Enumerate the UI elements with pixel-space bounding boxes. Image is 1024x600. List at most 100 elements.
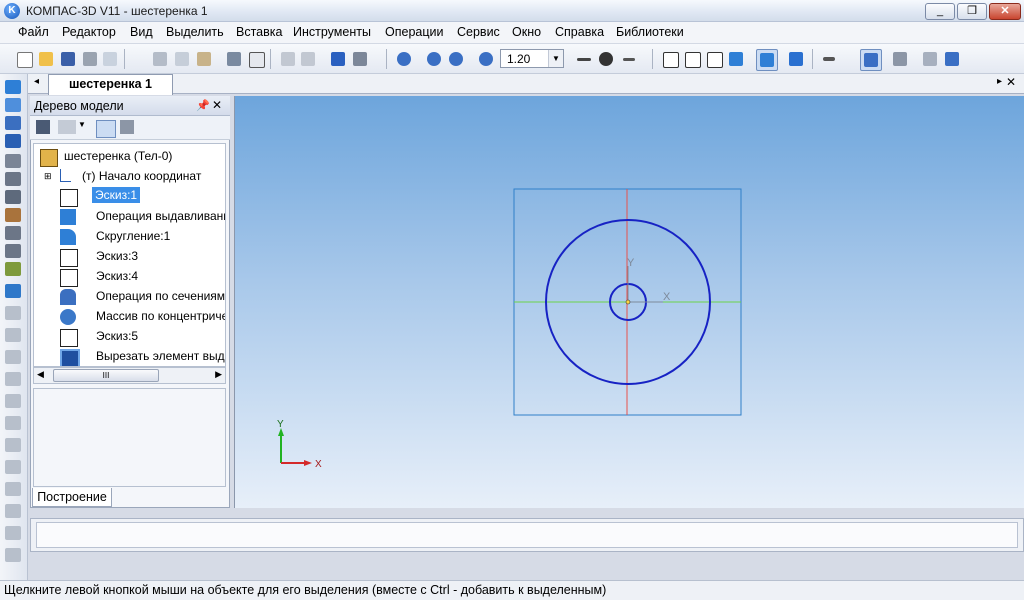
aux-geometry-icon[interactable]: [5, 154, 21, 168]
paste-icon[interactable]: [194, 49, 214, 69]
shaded-icon[interactable]: [726, 49, 746, 69]
surfaces-icon[interactable]: [5, 116, 21, 130]
shell-tool-icon[interactable]: [5, 416, 21, 430]
local-x-label: X: [663, 291, 671, 303]
menu-help[interactable]: Справка: [555, 25, 604, 39]
tree-structure-icon[interactable]: [36, 120, 50, 134]
tab-construction[interactable]: Построение: [32, 488, 112, 507]
print-icon[interactable]: [80, 49, 100, 69]
spatial-curves-icon[interactable]: [5, 98, 21, 112]
pan-icon[interactable]: [574, 49, 594, 69]
origin-point: [625, 299, 631, 305]
scroll-right-icon[interactable]: ▶: [215, 369, 222, 380]
zoom-scale-icon[interactable]: [476, 49, 496, 69]
undo-icon[interactable]: [278, 49, 298, 69]
expand-icon[interactable]: ⊞: [44, 171, 52, 182]
hole-tool-icon[interactable]: [5, 438, 21, 452]
menu-operations[interactable]: Операции: [385, 25, 443, 39]
menu-editor[interactable]: Редактор: [62, 25, 116, 39]
chamfer-tool-icon[interactable]: [5, 394, 21, 408]
tab-document[interactable]: шестеренка 1: [48, 74, 173, 95]
sheet-metal-icon[interactable]: [5, 208, 21, 222]
arrays-icon[interactable]: [5, 134, 21, 148]
manager-icon[interactable]: [328, 49, 348, 69]
maximize-button[interactable]: ❐: [957, 3, 987, 20]
orientation-icon[interactable]: [620, 49, 640, 69]
measure-icon[interactable]: [5, 172, 21, 186]
new-document-icon[interactable]: [14, 49, 34, 69]
chevron-down-icon[interactable]: ▼: [548, 50, 563, 67]
window-title: КОМПАС-3D V11 - шестеренка 1: [26, 4, 208, 18]
menu-tools[interactable]: Инструменты: [293, 25, 371, 39]
menu-libraries[interactable]: Библиотеки: [616, 25, 684, 39]
filters-icon[interactable]: [5, 190, 21, 204]
preview-icon[interactable]: [100, 49, 120, 69]
pattern-icon: [60, 309, 76, 325]
properties-brush-icon[interactable]: [224, 49, 244, 69]
tree-view-icon[interactable]: [58, 120, 76, 134]
kompas-app-icon[interactable]: K: [4, 3, 20, 19]
local-y-label: Y: [627, 257, 635, 269]
spec-list-icon[interactable]: [246, 49, 266, 69]
rib-tool-icon[interactable]: [5, 460, 21, 474]
panel-title: Дерево модели: [34, 99, 124, 113]
sketch-icon: [60, 189, 78, 207]
library-icon[interactable]: [890, 49, 910, 69]
refresh-icon[interactable]: [942, 49, 962, 69]
zoom-in-icon[interactable]: [424, 49, 444, 69]
scroll-left-icon[interactable]: ◀: [37, 369, 44, 380]
snap-icon[interactable]: [860, 49, 882, 71]
rotate-tool-icon[interactable]: [5, 306, 21, 320]
close-button[interactable]: ✕: [989, 3, 1021, 20]
menu-file[interactable]: Файл: [18, 25, 49, 39]
viewport-canvas[interactable]: Y X Y X: [235, 96, 1024, 508]
command-input-area[interactable]: [36, 522, 1018, 548]
tree-order-icon[interactable]: [96, 120, 116, 138]
copy-icon[interactable]: [172, 49, 192, 69]
zoom-scale-field[interactable]: 1.20 ▼: [500, 49, 564, 68]
menu-select[interactable]: Выделить: [166, 25, 224, 39]
chevron-down-icon[interactable]: ▼: [78, 120, 86, 129]
editing-part-icon[interactable]: [5, 80, 21, 94]
kinematic-tool-icon[interactable]: [5, 328, 21, 342]
draft-tool-icon[interactable]: [5, 504, 21, 518]
filter-icon[interactable]: [820, 49, 840, 69]
extrude-tool-icon[interactable]: [5, 284, 21, 298]
hidden-lines-icon[interactable]: [682, 49, 702, 69]
menu-window[interactable]: Окно: [512, 25, 541, 39]
scroll-thumb[interactable]: III: [53, 369, 159, 382]
dimensions-icon[interactable]: [5, 226, 21, 240]
loft-tool-icon[interactable]: [5, 350, 21, 364]
rotate-icon[interactable]: [596, 49, 616, 69]
zoom-out-icon[interactable]: [446, 49, 466, 69]
designations-icon[interactable]: [5, 244, 21, 258]
zoom-window-icon[interactable]: [394, 49, 414, 69]
mirror-tool-icon[interactable]: [5, 526, 21, 540]
constraints-icon[interactable]: [5, 262, 21, 276]
hidden-thin-icon[interactable]: [704, 49, 724, 69]
redo-icon[interactable]: [298, 49, 318, 69]
model-viewport[interactable]: Y X Y X: [234, 96, 1024, 508]
perspective-icon[interactable]: [786, 49, 806, 69]
minimize-button[interactable]: _: [925, 3, 955, 20]
variables-icon[interactable]: [920, 49, 940, 69]
tree-item-label: Скругление:1: [96, 229, 171, 243]
menu-view[interactable]: Вид: [130, 25, 153, 39]
wireframe-icon[interactable]: [660, 49, 680, 69]
save-icon[interactable]: [58, 49, 78, 69]
layers-icon[interactable]: [350, 49, 370, 69]
cut-icon[interactable]: [150, 49, 170, 69]
tree-properties-icon[interactable]: [120, 120, 134, 134]
shaded-edges-icon[interactable]: [756, 49, 778, 71]
tab-close-icon[interactable]: ✕: [1006, 75, 1016, 89]
menu-insert[interactable]: Вставка: [236, 25, 282, 39]
tab-scroll-left-icon[interactable]: ◂: [34, 76, 39, 87]
pin-icon[interactable]: 📌: [196, 99, 210, 112]
split-tool-icon[interactable]: [5, 548, 21, 562]
thread-tool-icon[interactable]: [5, 482, 21, 496]
panel-close-icon[interactable]: ✕: [212, 98, 222, 112]
open-folder-icon[interactable]: [36, 49, 56, 69]
fillet-tool-icon[interactable]: [5, 372, 21, 386]
tab-scroll-right-icon[interactable]: ▸: [997, 76, 1002, 87]
menu-service[interactable]: Сервис: [457, 25, 500, 39]
